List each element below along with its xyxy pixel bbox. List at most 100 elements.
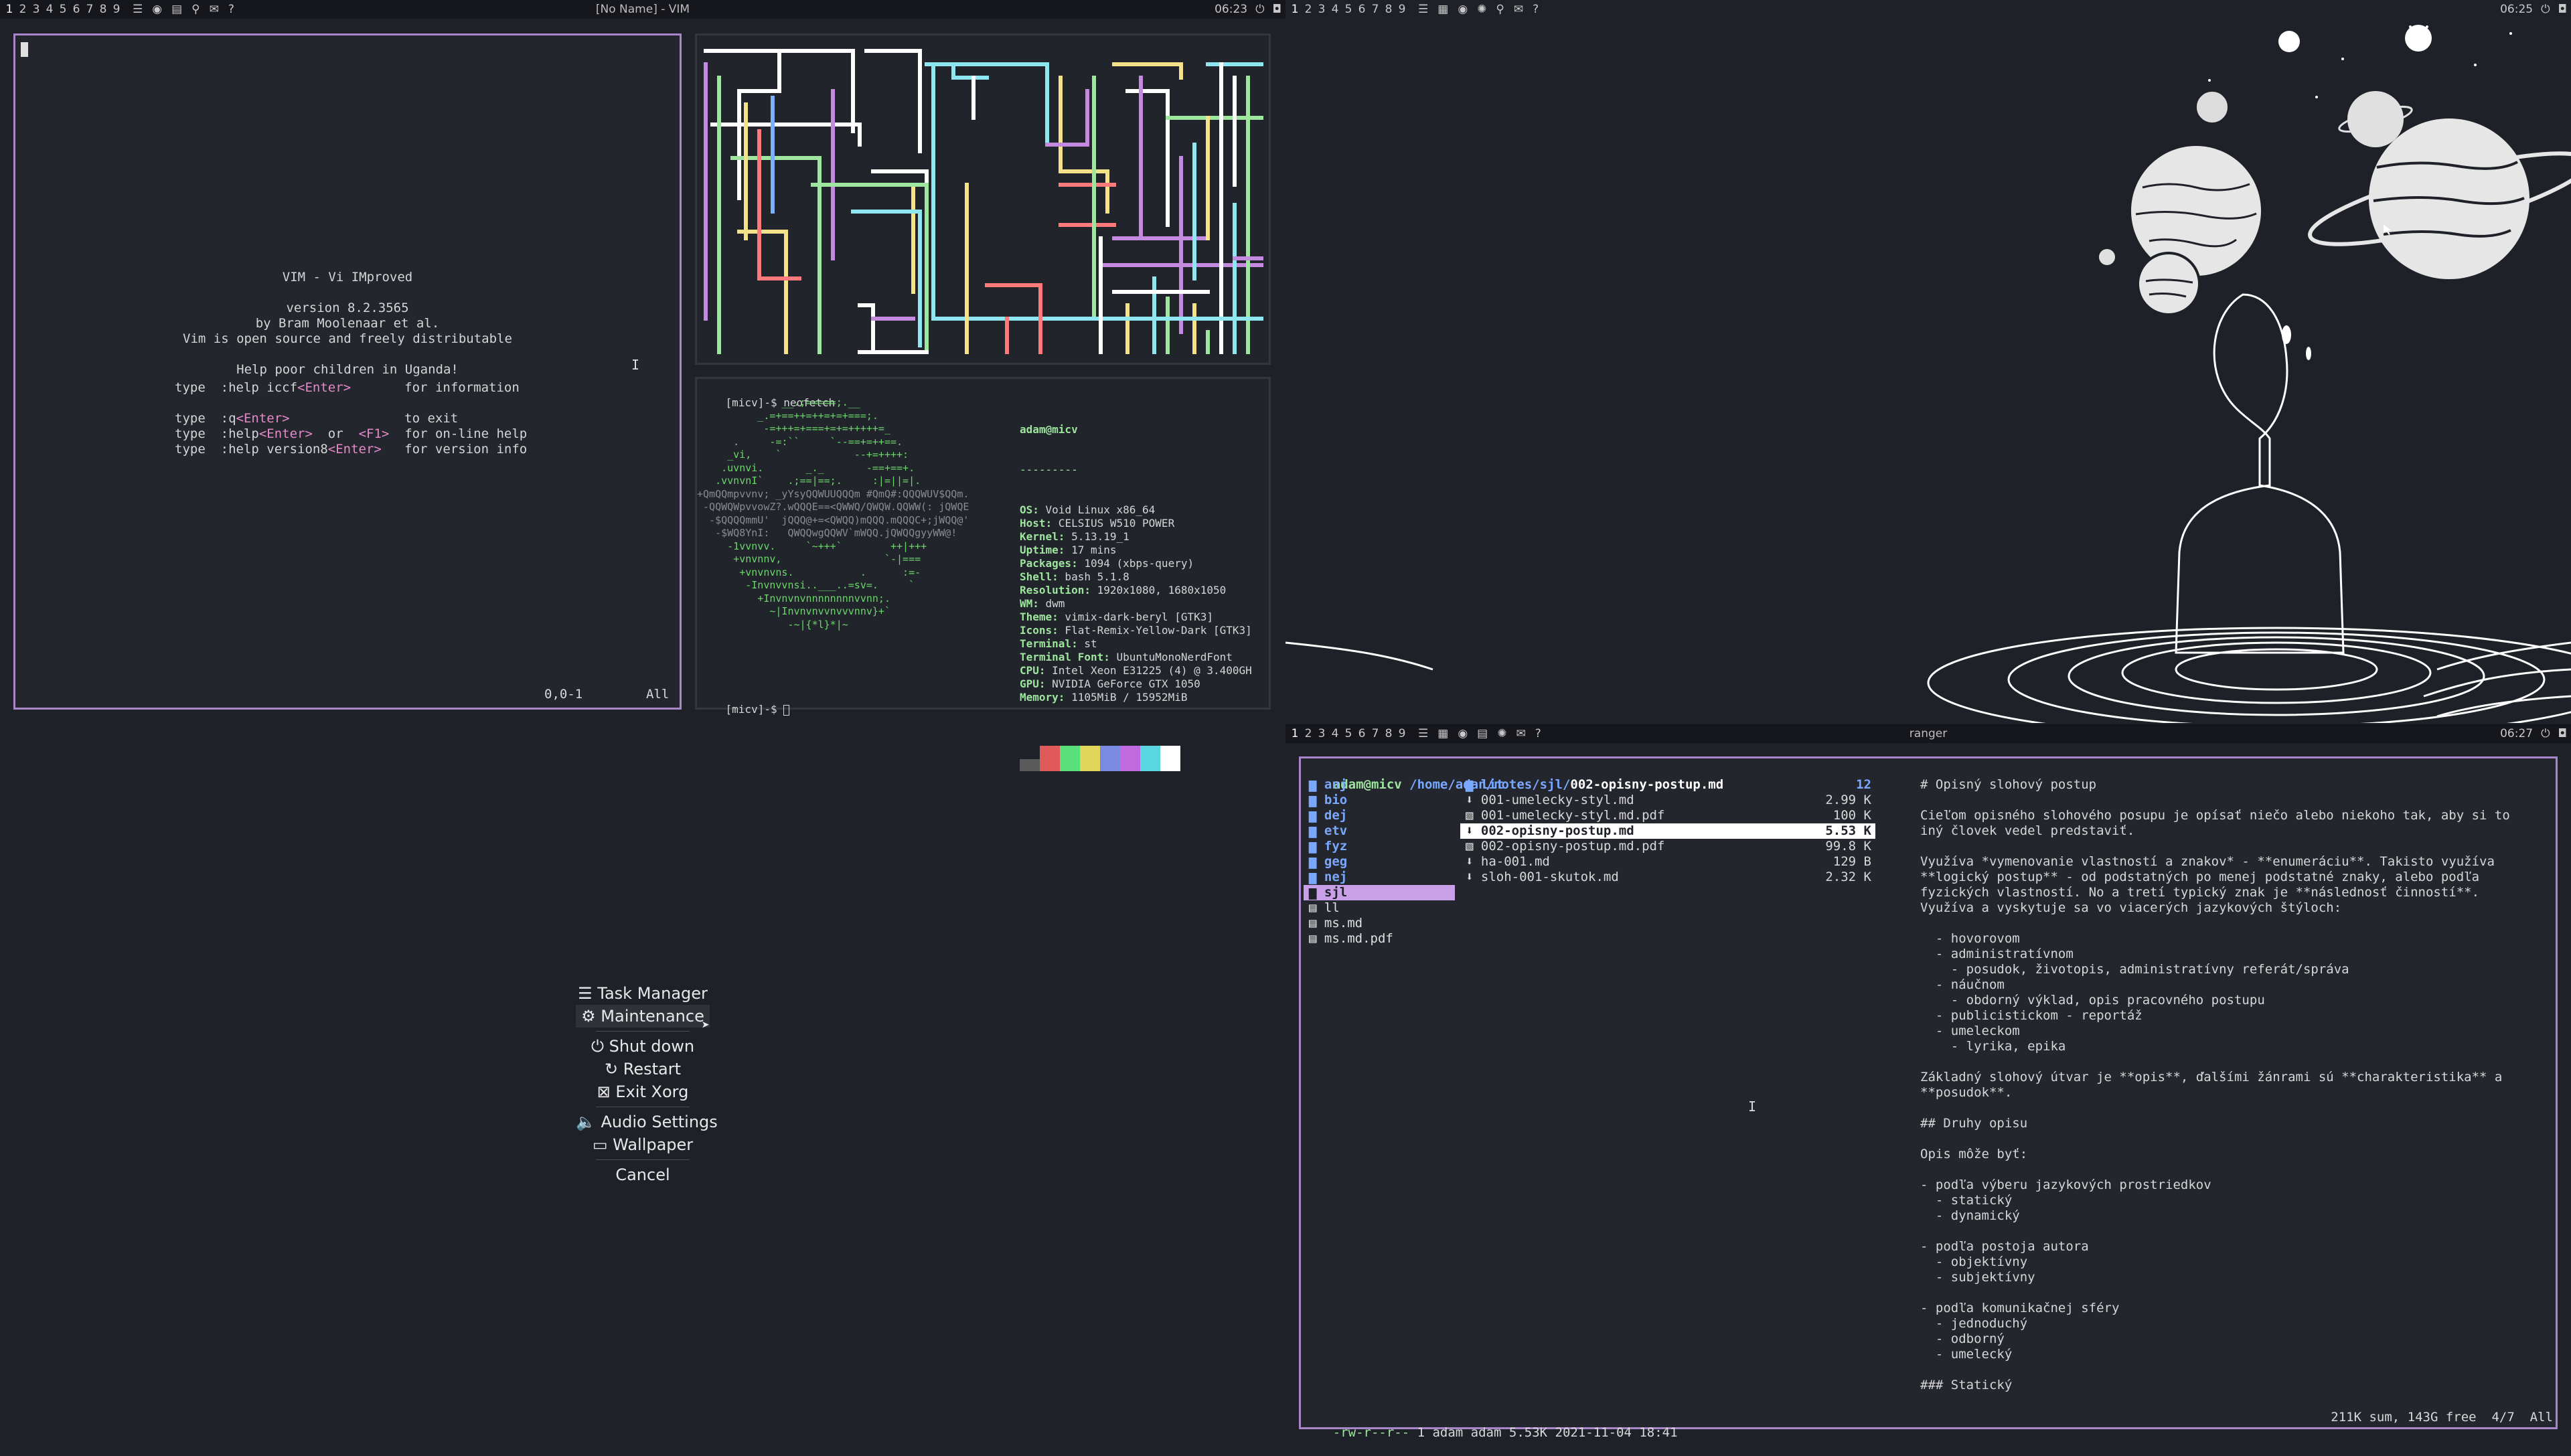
menu-item-exit-xorg[interactable]: ⊠ Exit Xorg: [576, 1080, 710, 1103]
tag-6[interactable]: 6: [70, 0, 83, 19]
list-icon[interactable]: ☰: [133, 0, 143, 19]
folder-icon[interactable]: ▤: [171, 0, 182, 19]
list-item[interactable]: ⬇ 001-umelecky-styl.md 2.99 K: [1460, 793, 1875, 808]
discord-icon[interactable]: ◘: [2558, 724, 2567, 743]
neofetch-terminal[interactable]: [micv]-$ neofetch __.;=====;.__ _.=+==++…: [695, 377, 1271, 771]
dwm-power-menu: ☰ Task Manager ⚙ Maintenance ⏻ Shut down ↻ …: [576, 982, 718, 1186]
preview-line: - subjektívny: [1920, 1270, 2035, 1285]
list-item[interactable]: ▆ geg: [1304, 854, 1455, 870]
vim-scroll: All: [646, 687, 670, 702]
vim-intro-line: Vim is open source and freely distributa…: [183, 331, 512, 346]
ascii-line: +Invnvnvnnnnnnnnvvnn;.: [697, 592, 890, 604]
list-item[interactable]: ▆ sjl: [1304, 885, 1455, 900]
item-name: ▧ 001-umelecky-styl.md.pdf: [1466, 808, 1665, 823]
ascii-line: -$QQQQmmU' jQQQ@+=<QWQQ)mQQQ.mQQQC+;jWQQ…: [697, 513, 969, 526]
search-icon[interactable]: ⚲: [191, 0, 200, 19]
tag-2[interactable]: 2: [1302, 724, 1315, 743]
command-line-2[interactable]: [micv]-$: [700, 690, 790, 730]
preview-line: Využíva *vymenovanie vlastností a znakov…: [1920, 854, 2495, 869]
menu-item-wallpaper[interactable]: ▭ Wallpaper: [576, 1133, 710, 1156]
tag-6[interactable]: 6: [1355, 724, 1369, 743]
tag-1[interactable]: 1: [1288, 724, 1302, 743]
tag-4[interactable]: 4: [43, 0, 56, 19]
preview-line: [1920, 1224, 2550, 1239]
help-icon[interactable]: ?: [228, 0, 234, 19]
list-item[interactable]: ▆ dej: [1304, 808, 1455, 823]
preview-line: iný človek vedel predstaviť.: [1920, 823, 2135, 838]
menu-item-cancel[interactable]: Cancel: [576, 1163, 710, 1186]
tag-3[interactable]: 3: [29, 0, 43, 19]
list-item[interactable]: ▧ 002-opisny-postup.md.pdf 99.8 K: [1460, 839, 1875, 854]
menu-item-shut-down[interactable]: ⏻ Shut down: [576, 1035, 710, 1058]
menu-item-icon: 🔈: [576, 1113, 601, 1131]
mail-icon[interactable]: ✉: [1516, 724, 1525, 743]
tag-4[interactable]: 4: [1328, 724, 1342, 743]
info-row: CPU: Intel Xeon E31225 (4) @ 3.400GH: [1020, 664, 1252, 677]
list-item[interactable]: ▆ etv: [1304, 823, 1455, 839]
tag-8[interactable]: 8: [1382, 724, 1395, 743]
tag-9[interactable]: 9: [1395, 724, 1409, 743]
info-row: Uptime: 17 mins: [1020, 544, 1117, 556]
ranger-window[interactable]: adam@micv /home/adan/notes/sjl/002-opisn…: [1299, 756, 2558, 1440]
info-row: Resolution: 1920x1080, 1680x1050: [1020, 584, 1227, 596]
item-name: geg: [1324, 854, 1348, 869]
menu-item-restart[interactable]: ↻ Restart: [576, 1058, 710, 1080]
tag-8[interactable]: 8: [96, 0, 110, 19]
tag-7[interactable]: 7: [1369, 724, 1382, 743]
list-item[interactable]: ▧ 001-umelecky-styl.md.pdf 100 K: [1460, 808, 1875, 823]
list-icon[interactable]: ☰: [1418, 724, 1428, 743]
key-hint: <Enter>: [258, 426, 313, 441]
list-item[interactable]: ▤ ms.md.pdf: [1304, 931, 1455, 947]
item-size: 2.32 K: [1825, 870, 1871, 884]
palette-swatch: [1020, 759, 1040, 771]
pipes-terminal[interactable]: [695, 33, 1271, 365]
list-item[interactable]: ▆ lit 12: [1460, 777, 1875, 793]
tag-5[interactable]: 5: [56, 0, 70, 19]
tag-list: 123456789: [0, 0, 123, 19]
calendar-icon[interactable]: ▦: [1437, 724, 1448, 743]
menu-item-label: Task Manager: [597, 984, 708, 1003]
vim-window[interactable]: VIM - Vi IMproved version 8.2.3565 by Bram…: [13, 33, 682, 710]
palette-swatch: [1100, 746, 1120, 771]
tag-5[interactable]: 5: [1342, 724, 1355, 743]
preview-line: - podľa komunikačnej sféry: [1920, 1301, 2120, 1315]
tag-9[interactable]: 9: [110, 0, 123, 19]
ibeam-cursor-icon: I: [1748, 1099, 1757, 1115]
list-item[interactable]: ▆ bio: [1304, 793, 1455, 808]
item-name: ms.md: [1324, 916, 1363, 931]
file-icon: ▤: [1309, 900, 1324, 915]
palette-swatch: [1060, 746, 1080, 771]
firefox-icon[interactable]: ◉: [152, 0, 162, 19]
ascii-line: -=+++=+===+=+=+++++=_: [697, 422, 890, 434]
menu-item-task-manager[interactable]: ☰ Task Manager: [576, 982, 710, 1005]
tag-3[interactable]: 3: [1315, 724, 1328, 743]
tag-1[interactable]: 1: [3, 0, 16, 19]
mail-icon[interactable]: ✉: [210, 0, 219, 19]
power-icon[interactable]: ⏻: [1255, 0, 1264, 19]
menu-item-audio-settings[interactable]: 🔈 Audio Settings: [576, 1111, 718, 1133]
tag-7[interactable]: 7: [83, 0, 96, 19]
list-item[interactable]: ▤ ll: [1304, 900, 1455, 916]
list-item[interactable]: ▆ nej: [1304, 870, 1455, 885]
item-name: nej: [1324, 870, 1348, 884]
list-item[interactable]: ▆ fyz: [1304, 839, 1455, 854]
list-item[interactable]: ▆ anj: [1304, 777, 1455, 793]
tag-2[interactable]: 2: [16, 0, 29, 19]
menu-item-maintenance[interactable]: ⚙ Maintenance: [576, 1005, 710, 1028]
help-icon[interactable]: ?: [1535, 724, 1541, 743]
folder-icon: ▆: [1309, 823, 1324, 838]
discord-icon[interactable]: ◘: [1273, 0, 1281, 19]
folder-icon: ▆: [1309, 854, 1324, 869]
settings-icon[interactable]: ✺: [1497, 724, 1506, 743]
preview-line: Využíva a vyskytuje sa vo viacerých jazy…: [1920, 900, 2342, 915]
preview-line: - posudok, životopis, administratívny re…: [1920, 962, 2349, 977]
firefox-icon[interactable]: ◉: [1458, 724, 1468, 743]
list-item[interactable]: ⬇ sloh-001-skutok.md 2.32 K: [1460, 870, 1875, 885]
list-item[interactable]: ⬇ ha-001.md 129 B: [1460, 854, 1875, 870]
list-item[interactable]: ⬇ 002-opisny-postup.md 5.53 K: [1460, 823, 1875, 839]
folder-icon[interactable]: ▤: [1477, 724, 1488, 743]
power-icon[interactable]: ⏻: [2541, 724, 2550, 743]
list-item[interactable]: ▤ ms.md: [1304, 916, 1455, 931]
menu-item-icon: ⊠: [597, 1082, 616, 1101]
info-row: GPU: NVIDIA GeForce GTX 1050: [1020, 677, 1200, 690]
